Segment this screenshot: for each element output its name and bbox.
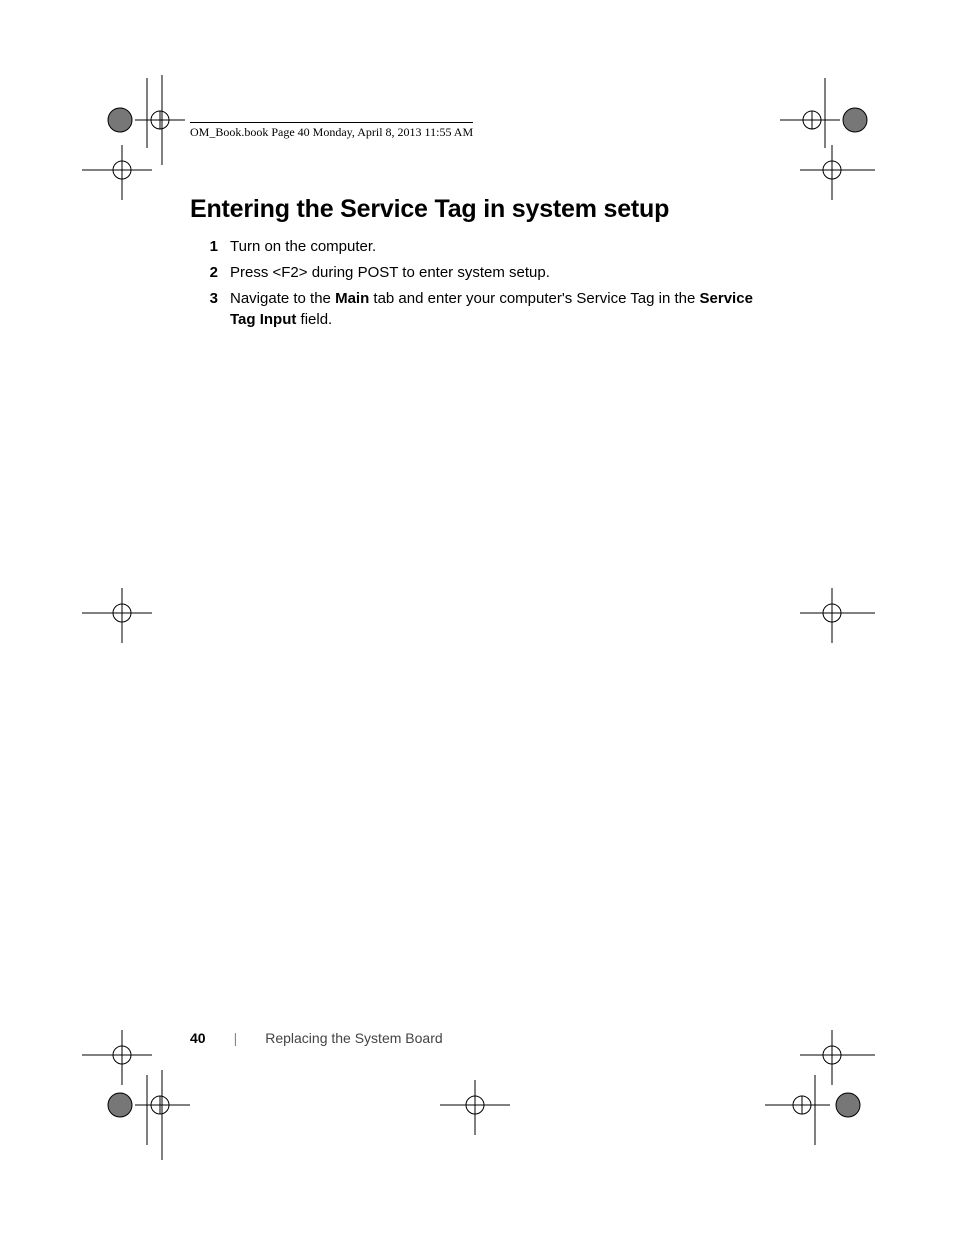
step-text: Press <F2> during POST to enter system s… [230,262,770,284]
crop-mark-icon [770,78,880,168]
crop-mark-icon [82,588,172,648]
section-heading: Entering the Service Tag in system setup [190,195,770,224]
crop-mark-icon [95,1075,195,1155]
running-header-text: OM_Book.book Page 40 Monday, April 8, 20… [190,125,473,139]
crop-line-icon [160,75,164,165]
step-item: 1 Turn on the computer. [190,236,770,258]
step-item: 2 Press <F2> during POST to enter system… [190,262,770,284]
crop-mark-icon [790,1030,880,1090]
step-number: 2 [190,262,230,284]
footer-separator: | [234,1030,238,1046]
step-number: 3 [190,288,230,332]
page-number: 40 [190,1030,206,1046]
step-text: Navigate to the Main tab and enter your … [230,288,770,332]
chapter-title: Replacing the System Board [265,1030,442,1046]
crop-mark-icon [790,588,880,648]
crop-mark-icon [82,1030,172,1090]
crop-line-icon [160,1070,164,1160]
running-header: OM_Book.book Page 40 Monday, April 8, 20… [190,122,473,140]
crop-mark-icon [440,1080,510,1140]
crop-mark-icon [95,78,185,168]
crop-mark-icon [760,1075,880,1155]
step-number: 1 [190,236,230,258]
page-footer: 40 | Replacing the System Board [190,1030,443,1046]
step-text: Turn on the computer. [230,236,770,258]
crop-mark-icon [790,145,880,205]
step-item: 3 Navigate to the Main tab and enter you… [190,288,770,332]
crop-mark-icon [82,145,172,205]
step-list: 1 Turn on the computer. 2 Press <F2> dur… [190,236,770,331]
page-content: Entering the Service Tag in system setup… [190,195,770,335]
